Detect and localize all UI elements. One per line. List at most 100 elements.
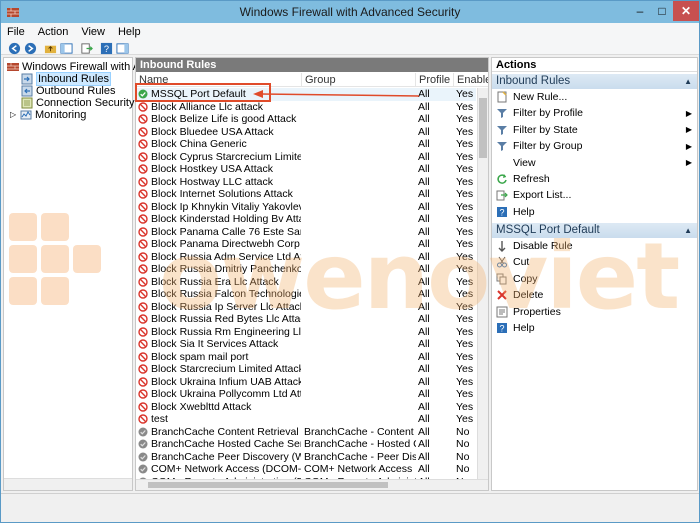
table-row[interactable]: COM+ Network Access (DCOM-In) COM+ Networ… (136, 463, 476, 476)
scrollbar-thumb[interactable] (148, 482, 388, 488)
rule-name-cell: Block Bluedee USA Attack (138, 126, 301, 139)
disabled-rule-icon (138, 452, 148, 462)
maximize-button[interactable]: □ (651, 1, 673, 21)
expand-chevron-icon[interactable]: ▷ (10, 110, 20, 119)
menu-action[interactable]: Action (38, 26, 69, 38)
collapse-caret-icon[interactable]: ▲ (684, 223, 692, 238)
table-row[interactable]: Block Ukraina Pollycomm Ltd Attack All Yes (136, 388, 476, 401)
firewall-icon (7, 62, 19, 71)
table-row[interactable]: Block Ip Khnykin Vitaliy Yakovlevich Att… (136, 201, 476, 214)
table-row[interactable]: Block Russia Ip Server Llc Attack All Yes (136, 301, 476, 314)
table-row[interactable]: Block China Generic All Yes (136, 138, 476, 151)
action-export-list[interactable]: Export List... (496, 188, 696, 202)
table-row[interactable]: MSSQL Port Default All Yes (136, 88, 476, 101)
block-rule-icon (138, 414, 148, 424)
table-row[interactable]: Block Russia Era Llc Attack All Yes (136, 276, 476, 289)
filter-icon (496, 140, 508, 152)
table-row[interactable]: BranchCache Hosted Cache Server (HTT...B… (136, 438, 476, 451)
table-row[interactable]: Block Russia Red Bytes Llc Attack All Yes (136, 313, 476, 326)
rule-name: test (151, 413, 168, 425)
table-row[interactable]: Block Internet Solutions Attack All Yes (136, 188, 476, 201)
column-header-enabled[interactable]: Enable (454, 73, 488, 87)
action-filter-by-state[interactable]: Filter by State ▶ (496, 123, 696, 137)
menu-bar: File Action View Help (1, 23, 699, 41)
rules-vertical-scrollbar[interactable] (477, 88, 488, 480)
table-row[interactable]: Block Russia Falcon Technologies Interna… (136, 288, 476, 301)
table-row[interactable]: Block Russia Dmitriy Panchenko Attack All… (136, 263, 476, 276)
action-filter-by-group[interactable]: Filter by Group ▶ (496, 139, 696, 153)
rule-enabled: No (456, 425, 470, 438)
rule-name: Block Ukraina Infium UAB Attack (151, 375, 301, 388)
actions-section-selected-rule[interactable]: MSSQL Port Default ▲ (492, 223, 697, 238)
action-disable-rule[interactable]: Disable Rule (496, 239, 696, 253)
rule-name: Block Russia Falcon Technologies Interna… (151, 288, 301, 300)
action-filter-by-profile[interactable]: Filter by Profile ▶ (496, 106, 696, 120)
table-row[interactable]: Block Belize Life is good Attack All Yes (136, 113, 476, 126)
table-row[interactable]: Block Sia It Services Attack All Yes (136, 338, 476, 351)
rule-enabled: Yes (456, 388, 474, 400)
table-row[interactable]: Block Bluedee USA Attack All Yes (136, 126, 476, 139)
table-row[interactable]: BranchCache Content Retrieval (HTTP-In)B… (136, 426, 476, 439)
rule-name-cell: Block Sia It Services Attack (138, 338, 301, 351)
table-row[interactable]: test All Yes (136, 413, 476, 426)
action-label: Refresh (513, 173, 550, 185)
action-refresh[interactable]: Refresh (496, 172, 696, 186)
block-rule-icon (138, 164, 148, 174)
help-icon[interactable]: ? (99, 41, 113, 55)
collapse-caret-icon[interactable]: ▲ (684, 74, 692, 89)
forward-arrow-icon[interactable] (23, 41, 37, 55)
tree-horizontal-scrollbar[interactable] (4, 478, 132, 490)
export-list-icon[interactable] (79, 41, 93, 55)
action-copy[interactable]: Copy (496, 272, 696, 286)
folder-up-icon[interactable] (43, 41, 57, 55)
minimize-button[interactable]: – (629, 1, 651, 21)
column-header-profile[interactable]: Profile (416, 73, 454, 87)
menu-help[interactable]: Help (118, 26, 141, 38)
table-row[interactable]: Block spam mail port All Yes (136, 351, 476, 364)
rule-profile: All (418, 200, 430, 213)
table-row[interactable]: Block Hostway LLC attack All Yes (136, 176, 476, 189)
action-view[interactable]: View ▶ (496, 156, 696, 170)
blank-icon (496, 157, 508, 169)
menu-file[interactable]: File (7, 26, 25, 38)
scrollbar-thumb[interactable] (479, 98, 487, 158)
table-row[interactable]: Block Russia Adm Service Ltd Attack All Ye… (136, 251, 476, 264)
table-row[interactable]: Block Starcrecium Limited Attack All Yes (136, 363, 476, 376)
table-row[interactable]: Block Alliance Llc attack All Yes (136, 101, 476, 114)
rule-profile: All (418, 375, 430, 388)
close-button[interactable]: ✕ (673, 1, 699, 21)
rule-name-cell: test (138, 413, 301, 426)
table-row[interactable]: Block Cyprus Starcrecium Limited Attack A… (136, 151, 476, 164)
tree-item-monitoring[interactable]: ▷ Monitoring (10, 108, 86, 121)
show-hide-tree-icon[interactable] (59, 41, 73, 55)
column-header-name[interactable]: Name (136, 73, 302, 87)
column-header-group[interactable]: Group (302, 73, 416, 87)
export-icon (496, 189, 508, 201)
rule-enabled: Yes (456, 375, 474, 388)
title-bar[interactable]: Windows Firewall with Advanced Security … (1, 1, 699, 23)
rule-name-cell: Block Russia Falcon Technologies Interna… (138, 288, 301, 301)
back-arrow-icon[interactable] (7, 41, 21, 55)
show-hide-action-pane-icon[interactable] (115, 41, 129, 55)
table-row[interactable]: Block Xweblttd Attack All Yes (136, 401, 476, 414)
actions-header: Actions (492, 58, 697, 72)
table-row[interactable]: Block Kinderstad Holding Bv Attack All Yes (136, 213, 476, 226)
menu-view[interactable]: View (81, 26, 105, 38)
action-properties[interactable]: Properties (496, 305, 696, 319)
rule-name: Block China Generic (151, 138, 247, 150)
action-help[interactable]: ? Help (496, 321, 696, 335)
table-row[interactable]: Block Panama Directwebh Corp Attack All Ye… (136, 238, 476, 251)
table-row[interactable]: BranchCache Peer Discovery (WSD-In)Branc… (136, 451, 476, 464)
actions-section-inbound-rules[interactable]: Inbound Rules ▲ (492, 74, 697, 89)
action-delete[interactable]: Delete (496, 288, 696, 302)
action-help[interactable]: ? Help (496, 205, 696, 219)
table-row[interactable]: Block Panama Calle 76 Este San Francisc.… (136, 226, 476, 239)
help-icon: ? (496, 206, 508, 218)
action-cut[interactable]: Cut (496, 255, 696, 269)
block-rule-icon (138, 314, 148, 324)
rules-horizontal-scrollbar[interactable] (136, 479, 488, 490)
table-row[interactable]: Block Hostkey USA Attack All Yes (136, 163, 476, 176)
table-row[interactable]: Block Russia Rm Engineering Llc Attack Al… (136, 326, 476, 339)
action-new-rule[interactable]: New Rule... (496, 90, 696, 104)
table-row[interactable]: Block Ukraina Infium UAB Attack All Yes (136, 376, 476, 389)
